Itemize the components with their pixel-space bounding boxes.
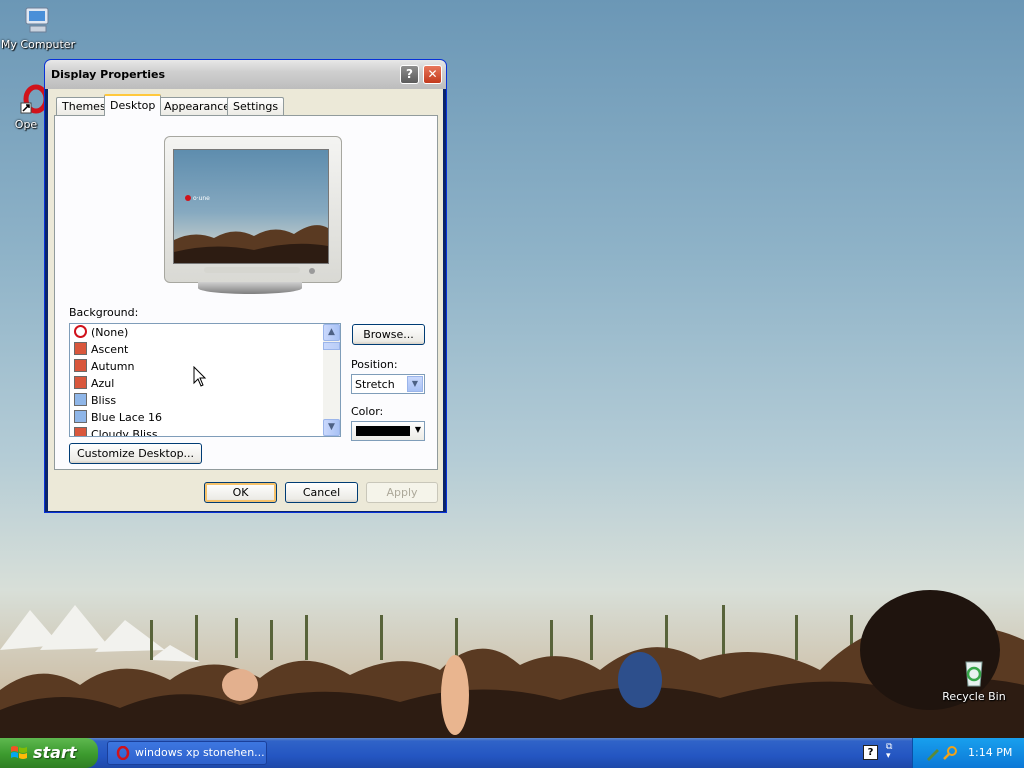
- list-item-azul[interactable]: Azul: [74, 375, 114, 392]
- my-computer-label: My Computer: [0, 38, 76, 51]
- list-item-bliss[interactable]: Bliss: [74, 392, 116, 409]
- position-dropdown[interactable]: Stretch ▼: [351, 374, 425, 394]
- wallpaper-preview: o·une: [173, 149, 329, 264]
- monitor-base-panel: [204, 267, 300, 273]
- paint-icon: [74, 410, 87, 423]
- start-label: start: [33, 743, 77, 762]
- taskbar-item-opera[interactable]: windows xp stonehen...: [107, 741, 267, 765]
- apply-button[interactable]: Apply: [366, 482, 438, 503]
- close-icon: ✕: [427, 67, 438, 81]
- list-item-label: Ascent: [91, 343, 129, 356]
- tray-tools-icon[interactable]: [925, 745, 941, 761]
- listbox-scrollbar[interactable]: ▲ ▼: [323, 324, 340, 436]
- image-icon: [74, 359, 87, 372]
- my-computer-shortcut[interactable]: My Computer: [0, 4, 76, 51]
- ok-button[interactable]: OK: [204, 482, 277, 503]
- help-icon: ?: [406, 67, 413, 81]
- search-tray-icon[interactable]: [943, 745, 959, 761]
- windows-logo-icon: [11, 746, 27, 759]
- list-item-label: Autumn: [91, 360, 135, 373]
- help-tray-icon[interactable]: ?: [863, 745, 878, 760]
- none-icon: [74, 325, 87, 338]
- position-label: Position:: [351, 358, 398, 371]
- dialog-body: Themes Desktop Appearance Settings o·une: [48, 89, 443, 511]
- svg-text:o·une: o·une: [193, 195, 210, 202]
- list-item-blue-lace[interactable]: Blue Lace 16: [74, 409, 162, 426]
- scroll-up-button[interactable]: ▲: [323, 324, 340, 341]
- image-icon: [74, 342, 87, 355]
- opera-label: Ope: [14, 118, 38, 131]
- browse-button[interactable]: Browse...: [352, 324, 425, 345]
- recycle-bin-label: Recycle Bin: [942, 690, 1006, 703]
- start-button[interactable]: start: [0, 738, 98, 768]
- network-tray-icon[interactable]: ⧉ ▾: [886, 743, 898, 763]
- system-tray: 1:14 PM: [912, 738, 1024, 768]
- my-computer-icon: [25, 7, 49, 33]
- monitor-preview: o·une: [164, 136, 342, 294]
- color-swatch: [356, 426, 410, 436]
- scroll-down-button[interactable]: ▼: [323, 419, 340, 436]
- preview-crowd-image: o·une: [174, 195, 328, 263]
- list-item-label: Azul: [91, 377, 115, 390]
- help-button[interactable]: ?: [400, 65, 419, 84]
- clock[interactable]: 1:14 PM: [968, 746, 1012, 759]
- title-bar[interactable]: Display Properties ? ✕: [45, 60, 446, 89]
- mouse-pointer-icon: [193, 366, 207, 387]
- paint-icon: [74, 393, 87, 406]
- list-item-label: Blue Lace 16: [91, 411, 163, 424]
- crowd-wallpaper-image: [0, 590, 1024, 738]
- desktop-background: My Computer Ope Recycle Bin Display Prop…: [0, 0, 1024, 738]
- chevron-down-icon: ▼: [414, 425, 421, 434]
- task-label: windows xp stonehen...: [135, 746, 265, 759]
- color-picker-button[interactable]: ▼: [351, 421, 425, 441]
- list-item-label: Cloudy Bliss: [91, 428, 158, 437]
- customize-desktop-button[interactable]: Customize Desktop...: [69, 443, 202, 464]
- cancel-button[interactable]: Cancel: [285, 482, 358, 503]
- image-icon: [74, 376, 87, 389]
- scroll-thumb[interactable]: [323, 342, 340, 350]
- list-item-cloudy-bliss[interactable]: Cloudy Bliss: [74, 426, 158, 437]
- recycle-bin-icon: [965, 661, 983, 687]
- tab-desktop[interactable]: Desktop: [104, 94, 162, 116]
- close-button[interactable]: ✕: [423, 65, 442, 84]
- image-icon: [74, 427, 87, 436]
- tab-settings[interactable]: Settings: [227, 97, 285, 115]
- list-item-none[interactable]: (None): [74, 324, 128, 341]
- list-item-label: Bliss: [91, 394, 117, 407]
- list-item-ascent[interactable]: Ascent: [74, 341, 128, 358]
- recycle-bin-shortcut[interactable]: Recycle Bin: [936, 656, 1012, 703]
- desktop-tab-panel: o·une Background: (None) Ascent Autumn A…: [54, 115, 438, 470]
- power-light: [309, 268, 315, 274]
- list-item-label: (None): [91, 326, 129, 339]
- opera-icon: [116, 746, 130, 760]
- chevron-down-icon[interactable]: ▼: [407, 376, 423, 392]
- tab-appearance[interactable]: Appearance: [158, 97, 237, 115]
- list-item-autumn[interactable]: Autumn: [74, 358, 134, 375]
- taskbar: start windows xp stonehen... ? ⧉ ▾ 1:14 P…: [0, 738, 1024, 768]
- display-properties-window: Display Properties ? ✕ Themes Desktop Ap…: [44, 59, 447, 513]
- background-label: Background:: [69, 306, 139, 319]
- window-title: Display Properties: [51, 68, 166, 81]
- monitor-stand: [198, 282, 302, 294]
- color-label: Color:: [351, 405, 384, 418]
- position-value: Stretch: [355, 378, 395, 391]
